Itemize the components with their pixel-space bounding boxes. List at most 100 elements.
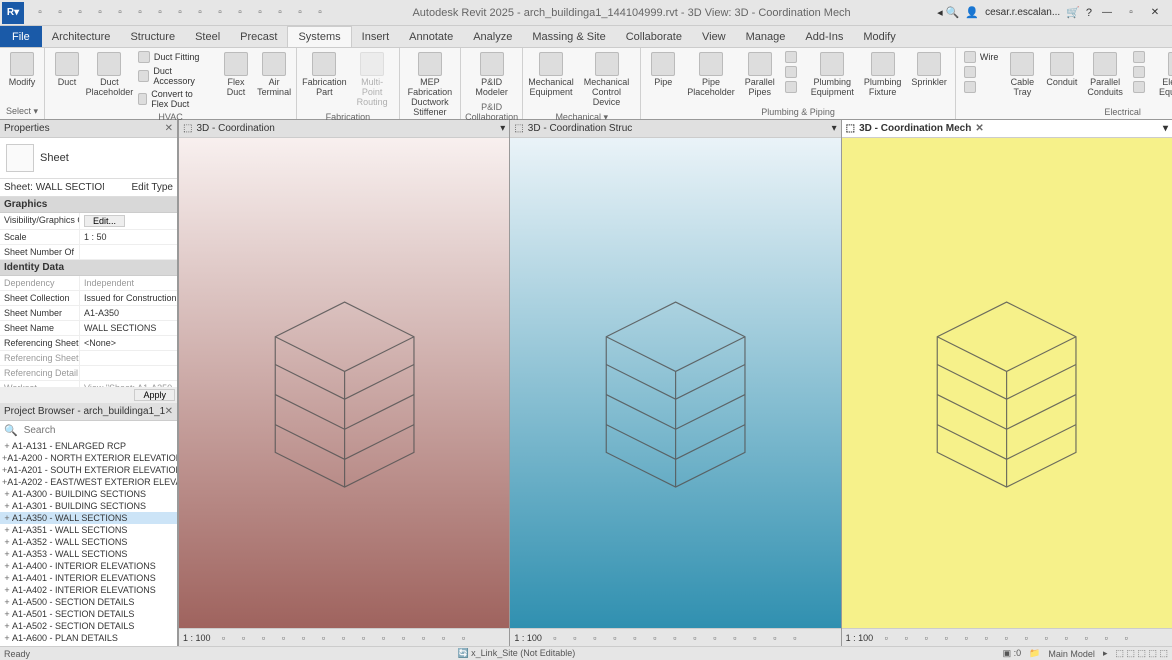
property-value[interactable]: Edit... — [80, 213, 177, 229]
isolate-icon[interactable]: ▫ — [337, 631, 351, 645]
property-value[interactable] — [80, 366, 177, 380]
graphics-icon[interactable]: ▫ — [548, 631, 562, 645]
help-icon[interactable]: ▫ — [292, 5, 308, 21]
ribbon-button-pipe-placeholder[interactable]: PipePlaceholder — [683, 50, 739, 100]
ribbon-tab-steel[interactable]: Steel — [185, 26, 230, 47]
apply-button[interactable]: Apply — [134, 389, 175, 401]
tree-item[interactable]: +A1-A501 - SECTION DETAILS — [0, 608, 177, 620]
ribbon-button-conduit[interactable]: Conduit — [1042, 50, 1081, 90]
switch-icon[interactable]: ▫ — [232, 5, 248, 21]
tree-item[interactable]: +A1-A600 - PLAN DETAILS — [0, 632, 177, 644]
file-tab[interactable]: File — [0, 26, 42, 47]
undo-icon[interactable]: ▫ — [112, 5, 128, 21]
reveal-icon[interactable]: ▫ — [357, 631, 371, 645]
property-value[interactable]: A1-A350 — [80, 306, 177, 320]
save-icon[interactable]: ▫ — [72, 5, 88, 21]
tree-item[interactable]: +A1-A700 - TYPICAL DETAILS — [0, 644, 177, 646]
ribbon-tab-view[interactable]: View — [692, 26, 736, 47]
property-value[interactable] — [80, 351, 177, 365]
ribbon-tab-analyze[interactable]: Analyze — [463, 26, 522, 47]
tree-item[interactable]: +A1-A353 - WALL SECTIONS — [0, 548, 177, 560]
ribbon-item-small[interactable] — [1129, 80, 1153, 94]
property-value[interactable] — [80, 245, 177, 259]
ribbon-button-plumbing-equipment[interactable]: PlumbingEquipment — [807, 50, 858, 100]
isolate-icon[interactable]: ▫ — [999, 631, 1013, 645]
ribbon-button-duct-placeholder[interactable]: DuctPlaceholder — [87, 50, 132, 100]
property-row[interactable]: Referencing Sheet — [0, 351, 177, 366]
sun-icon[interactable]: ▫ — [568, 631, 582, 645]
view-scale[interactable]: 1 : 100 — [183, 633, 211, 643]
tree-item[interactable]: +A1-A502 - SECTION DETAILS — [0, 620, 177, 632]
ribbon-item--[interactable] — [960, 80, 1003, 94]
user-icon[interactable]: 👤 — [965, 6, 979, 19]
select-icon[interactable]: ▣ :0 — [1003, 648, 1022, 659]
link-icon[interactable]: ▫ — [728, 631, 742, 645]
project-browser-tree[interactable]: +A1-A131 - ENLARGED RCP+A1-A200 - NORTH … — [0, 440, 177, 646]
ribbon-item-duct-accessory[interactable]: Duct Accessory — [134, 65, 216, 87]
tree-item[interactable]: +A1-A131 - ENLARGED RCP — [0, 440, 177, 452]
reveal-icon[interactable]: ▫ — [688, 631, 702, 645]
dd-icon[interactable]: ▫ — [312, 5, 328, 21]
ribbon-button-plumbing-fixture[interactable]: PlumbingFixture — [860, 50, 906, 100]
link-icon[interactable]: ▫ — [1059, 631, 1073, 645]
ribbon-tab-systems[interactable]: Systems — [287, 26, 351, 47]
tree-item[interactable]: +A1-A401 - INTERIOR ELEVATIONS — [0, 572, 177, 584]
ribbon-tab-structure[interactable]: Structure — [120, 26, 185, 47]
filter-status-icon[interactable]: ▸ — [1103, 648, 1108, 659]
tree-item[interactable]: +A1-A200 - NORTH EXTERIOR ELEVATION — [0, 452, 177, 464]
expand-icon[interactable]: + — [2, 597, 12, 607]
expand-icon[interactable]: + — [2, 549, 12, 559]
restore-icon[interactable]: ▫ — [1122, 4, 1140, 22]
link-icon[interactable]: ▫ — [397, 631, 411, 645]
hide-icon[interactable]: ▫ — [317, 631, 331, 645]
graphics-icon[interactable]: ▫ — [217, 631, 231, 645]
status-icons[interactable]: ⬚ ⬚ ⬚ ⬚ ⬚ — [1115, 648, 1168, 659]
align-icon[interactable]: ▫ — [192, 5, 208, 21]
ribbon-tab-manage[interactable]: Manage — [736, 26, 796, 47]
browser-search-input[interactable] — [22, 423, 173, 438]
property-value[interactable]: Issued for Construction — [80, 291, 177, 305]
sun-icon[interactable]: ▫ — [899, 631, 913, 645]
close-icon[interactable]: ▫ — [252, 5, 268, 21]
close-icon[interactable]: ✕ — [1146, 4, 1164, 22]
print-icon[interactable]: ▫ — [152, 5, 168, 21]
ribbon-item-duct-fitting[interactable]: Duct Fitting — [134, 50, 216, 64]
ribbon-tab-add-ins[interactable]: Add-Ins — [795, 26, 853, 47]
property-row[interactable]: Scale1 : 50 — [0, 230, 177, 245]
option-icon[interactable]: ▫ — [748, 631, 762, 645]
expand-icon[interactable]: + — [2, 513, 12, 523]
reveal-icon[interactable]: ▫ — [1019, 631, 1033, 645]
tree-item[interactable]: +A1-A202 - EAST/WEST EXTERIOR ELEVAT — [0, 476, 177, 488]
expand-icon[interactable]: + — [2, 609, 12, 619]
view-close-icon[interactable]: ✕ — [975, 123, 983, 134]
view-tab[interactable]: ⬚3D - Coordination▾ — [179, 120, 509, 138]
ribbon-button-flex-duct[interactable]: FlexDuct — [218, 50, 254, 100]
ribbon-tab-architecture[interactable]: Architecture — [42, 26, 121, 47]
property-row[interactable]: Sheet NameWALL SECTIONS — [0, 321, 177, 336]
constraint-icon[interactable]: ▫ — [437, 631, 451, 645]
view-tab[interactable]: ⬚3D - Coordination Struc▾ — [510, 120, 840, 138]
view-canvas[interactable] — [179, 138, 509, 628]
ribbon-button-mechanical-equipment[interactable]: MechanicalEquipment — [527, 50, 575, 100]
property-row[interactable]: Referencing Sheet C...<None> — [0, 336, 177, 351]
expand-icon[interactable]: + — [2, 633, 12, 643]
tree-item[interactable]: +A1-A201 - SOUTH EXTERIOR ELEVATION — [0, 464, 177, 476]
ribbon-item-small[interactable] — [1129, 50, 1153, 64]
ribbon-button-sprinkler[interactable]: Sprinkler — [907, 50, 951, 90]
ribbon-tab-annotate[interactable]: Annotate — [399, 26, 463, 47]
constraint-icon[interactable]: ▫ — [768, 631, 782, 645]
app-menu-button[interactable]: R▾ — [2, 2, 24, 24]
expand-icon[interactable]: + — [2, 573, 12, 583]
ribbon-button-cable-tray[interactable]: CableTray — [1004, 50, 1040, 100]
arrow-icon[interactable]: ▫ — [1119, 631, 1133, 645]
arrow-icon[interactable]: ▫ — [457, 631, 471, 645]
crop-icon[interactable]: ▫ — [277, 631, 291, 645]
view-canvas[interactable] — [510, 138, 840, 628]
option-icon[interactable]: ▫ — [1079, 631, 1093, 645]
crop-icon[interactable]: ▫ — [608, 631, 622, 645]
hide-icon[interactable]: ▫ — [648, 631, 662, 645]
expand-icon[interactable]: + — [2, 621, 12, 631]
shadow-icon[interactable]: ▫ — [588, 631, 602, 645]
measure-icon[interactable]: ▫ — [172, 5, 188, 21]
hide-icon[interactable]: ▫ — [979, 631, 993, 645]
